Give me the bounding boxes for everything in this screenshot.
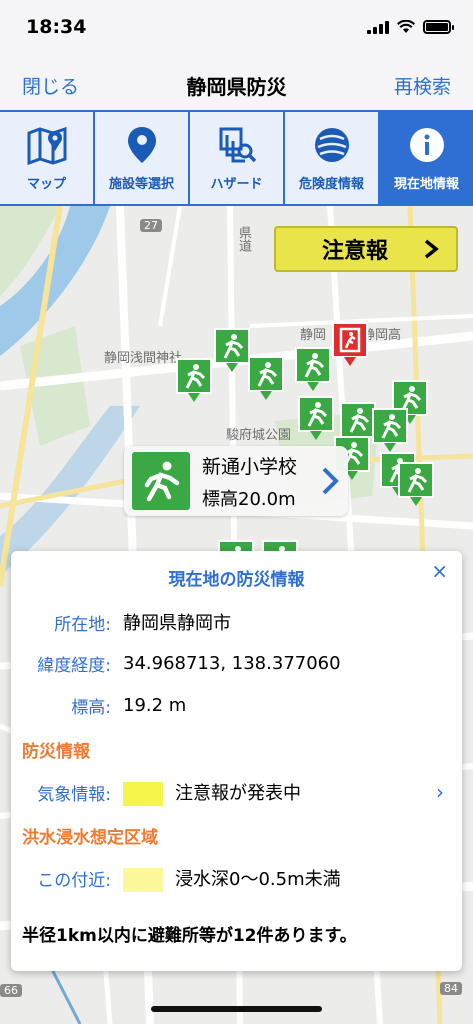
tab-facility-select[interactable]: 施設等選択 bbox=[95, 112, 190, 204]
tab-danger-info[interactable]: 危険度情報 bbox=[285, 112, 380, 204]
emergency-exit-pin-icon[interactable] bbox=[332, 322, 368, 366]
info-icon bbox=[409, 128, 444, 162]
road-number: 27 bbox=[140, 219, 162, 232]
tab-bar: マップ 施設等選択 ハザード 危険度情報 現在地情報 bbox=[0, 110, 473, 206]
location-value: 静岡県静岡市 bbox=[123, 613, 231, 634]
location-info-panel: 現在地の防災情報 × 所在地: 静岡県静岡市 緯度経度: 34.968713, … bbox=[11, 551, 462, 971]
research-button[interactable]: 再検索 bbox=[394, 72, 451, 99]
tab-map[interactable]: マップ bbox=[0, 112, 95, 204]
chevron-right-icon bbox=[424, 239, 439, 259]
tab-label: 施設等選択 bbox=[108, 177, 174, 192]
disaster-section-heading: 防災情報 bbox=[22, 742, 90, 762]
map-label: 静岡浅間神社 bbox=[104, 351, 183, 366]
navigation-bar: 閉じる 静岡県防災 再検索 bbox=[0, 58, 473, 110]
location-pin-icon bbox=[127, 127, 156, 163]
road-number: 66 bbox=[0, 984, 22, 997]
elevation-label: 標高: bbox=[71, 698, 111, 718]
evacuation-icon bbox=[132, 452, 190, 510]
flood-value: 浸水深0〜0.5m未満 bbox=[175, 868, 341, 890]
tab-current-location-info[interactable]: 現在地情報 bbox=[380, 112, 473, 204]
map-icon bbox=[27, 126, 66, 166]
coords-label: 緯度経度: bbox=[37, 656, 111, 676]
tab-label: マップ bbox=[26, 177, 66, 192]
map-label: 駿府城公園 bbox=[226, 428, 292, 443]
battery-icon bbox=[423, 20, 454, 34]
chevron-right-icon: › bbox=[436, 780, 444, 804]
tab-label: 現在地情報 bbox=[393, 177, 459, 192]
cellular-signal-icon bbox=[367, 20, 389, 34]
weather-label: 気象情報: bbox=[37, 784, 111, 805]
shelter-pin-icon[interactable] bbox=[295, 347, 331, 391]
layers-search-icon bbox=[219, 127, 256, 163]
alert-button[interactable]: 注意報 bbox=[274, 226, 458, 272]
status-bar: 18:34 bbox=[0, 0, 473, 58]
coords-row: 緯度経度: 34.968713, 138.377060 bbox=[11, 651, 462, 676]
globe-icon bbox=[314, 128, 349, 162]
shelter-pin-icon[interactable] bbox=[176, 358, 212, 402]
weather-value: 注意報が発表中 bbox=[175, 782, 301, 804]
shelter-pin-icon[interactable] bbox=[298, 396, 334, 440]
alert-label: 注意報 bbox=[322, 239, 389, 264]
panel-title: 現在地の防災情報 bbox=[168, 570, 305, 590]
nearby-shelter-count: 半径1km以内に避難所等が12件あります。 bbox=[22, 926, 357, 946]
wifi-icon bbox=[397, 20, 415, 33]
location-label: 所在地: bbox=[54, 614, 111, 635]
road-number: 84 bbox=[440, 982, 462, 995]
map-label: 県道 bbox=[236, 226, 251, 252]
tab-label: 危険度情報 bbox=[298, 177, 364, 192]
chevron-right-icon bbox=[322, 467, 339, 495]
facility-name: 新通小学校 bbox=[202, 455, 298, 478]
tab-hazard[interactable]: ハザード bbox=[190, 112, 285, 204]
location-row: 所在地: 静岡県静岡市 bbox=[11, 609, 462, 635]
weather-swatch bbox=[123, 781, 163, 806]
tab-label: ハザード bbox=[210, 177, 263, 192]
close-icon[interactable]: × bbox=[431, 559, 448, 583]
elevation-row: 標高: 19.2 m bbox=[11, 693, 462, 718]
facility-elevation: 標高20.0m bbox=[202, 488, 296, 510]
shelter-pin-icon[interactable] bbox=[398, 462, 434, 506]
shelter-pin-icon[interactable] bbox=[214, 328, 250, 372]
flood-section-heading: 洪水浸水想定区域 bbox=[22, 828, 158, 848]
elevation-value: 19.2 m bbox=[123, 695, 187, 716]
coords-value: 34.968713, 138.377060 bbox=[123, 653, 341, 674]
shelter-pin-icon[interactable] bbox=[372, 408, 408, 452]
shelter-pin-icon[interactable] bbox=[248, 356, 284, 400]
flood-swatch bbox=[123, 867, 163, 892]
flood-label: この付近: bbox=[37, 870, 111, 891]
status-time: 18:34 bbox=[26, 16, 87, 38]
selected-facility-card[interactable]: 新通小学校 標高20.0m bbox=[124, 446, 348, 516]
map-label: 静岡 bbox=[300, 328, 327, 343]
home-indicator bbox=[151, 1006, 322, 1012]
flood-row: この付近: 浸水深0〜0.5m未満 bbox=[11, 863, 462, 893]
weather-row[interactable]: 気象情報: 注意報が発表中 › bbox=[11, 777, 462, 807]
